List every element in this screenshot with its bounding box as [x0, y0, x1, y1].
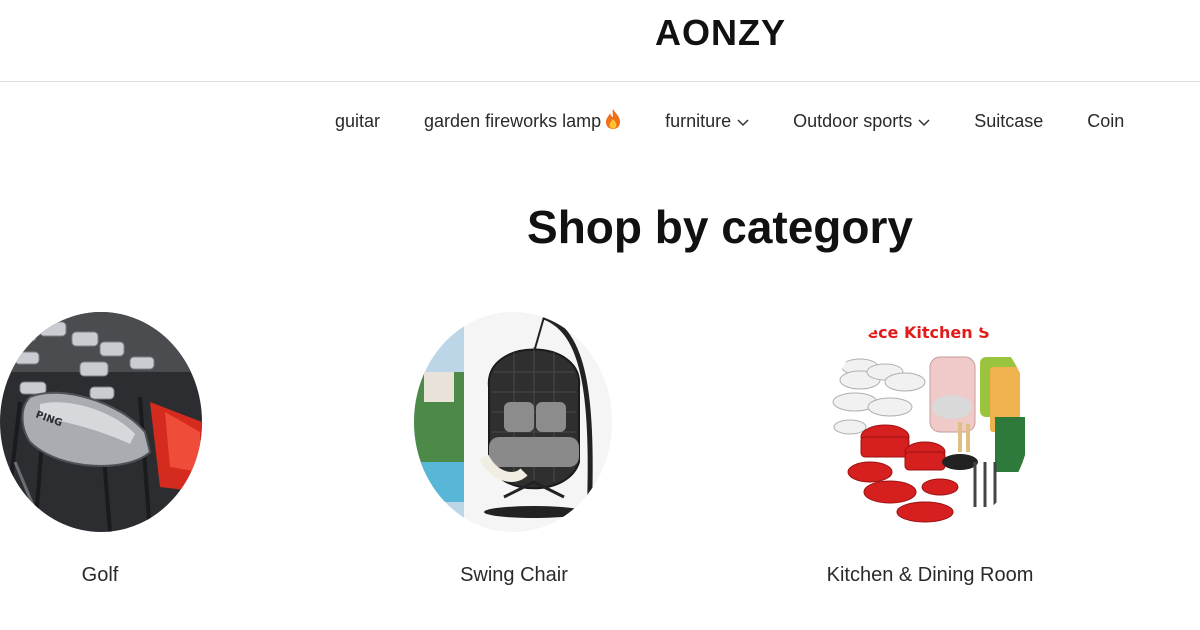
nav-item-label: Coin [1087, 110, 1125, 131]
nav-item-guitar[interactable]: guitar [335, 111, 380, 132]
nav-item-coin[interactable]: Coin [1087, 111, 1124, 132]
golf-category-image[interactable]: PING [0, 312, 202, 532]
category-card-golf[interactable]: PING Golf [0, 312, 202, 586]
nav-item-suitcase[interactable]: Suitcase [974, 111, 1043, 132]
fire-icon [605, 108, 621, 135]
nav-item-outdoor-sports[interactable]: Outdoor sports [793, 111, 930, 132]
nav-item-label: guitar [335, 110, 381, 131]
section-title: Shop by category [527, 201, 913, 253]
kitchen-category-image[interactable]: Piece Kitchen S [830, 312, 1030, 530]
nav-item-label: garden fireworks lamp [424, 110, 602, 131]
image-caption: Piece Kitchen S [850, 323, 990, 342]
nav-item-garden-fireworks-lamp[interactable]: garden fireworks lamp [424, 108, 621, 135]
nav-item-label: Suitcase [974, 110, 1044, 131]
kitchen-set-illustration: Piece Kitchen S [830, 312, 1030, 530]
main-nav: guitar garden fireworks lamp furniture O… [335, 108, 1124, 134]
category-label[interactable]: Kitchen & Dining Room [790, 564, 1070, 587]
golf-clubs-illustration: PING [0, 312, 202, 532]
category-label[interactable]: Swing Chair [384, 564, 644, 587]
nav-item-label: Outdoor sports [793, 110, 913, 131]
nav-item-label: furniture [665, 110, 732, 131]
category-card-kitchen-dining-room[interactable]: Piece Kitchen S Kitchen & Dining Room [827, 312, 1033, 586]
chevron-down-icon [737, 111, 749, 132]
category-card-swing-chair[interactable]: Swing Chair [414, 312, 614, 586]
swing-chair-category-image[interactable] [414, 312, 612, 532]
nav-item-furniture[interactable]: furniture [665, 111, 749, 132]
site-header: AONZY [0, 0, 1200, 82]
chevron-down-icon [918, 111, 930, 132]
site-logo[interactable]: AONZY [655, 12, 786, 54]
swing-chair-illustration [414, 312, 612, 532]
category-label[interactable]: Golf [0, 564, 200, 587]
